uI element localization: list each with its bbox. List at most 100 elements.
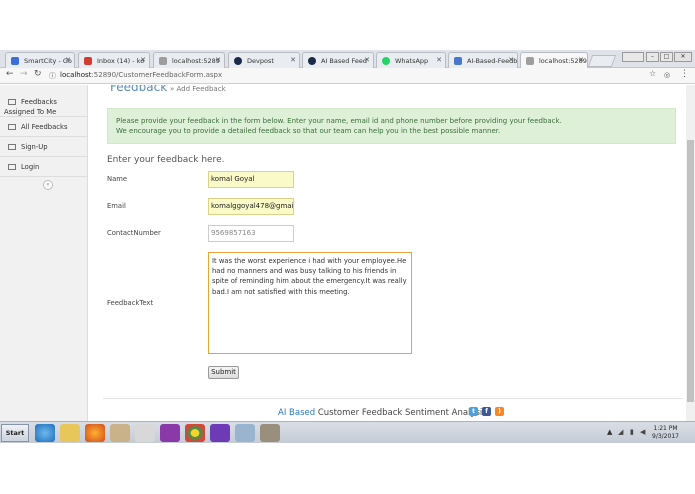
facebook-icon[interactable]: f — [482, 407, 491, 416]
list-icon — [8, 124, 16, 130]
browser-tab-active[interactable]: localhost:5289 ✕ — [520, 52, 588, 68]
browser-tab-bar: SmartCity - Go ✕ Inbox (14) - ko ✕ local… — [0, 50, 695, 68]
gmail-icon — [84, 57, 92, 65]
feedback-textarea[interactable]: It was the worst experience i had with y… — [208, 252, 412, 354]
sidebar-item-all-feedbacks[interactable]: All Feedbacks — [8, 123, 68, 131]
sidebar-item-login[interactable]: Login — [8, 163, 39, 171]
tab-label: Inbox (14) - ko — [97, 57, 145, 65]
close-window-button[interactable]: ✕ — [674, 52, 692, 62]
file-explorer-icon[interactable] — [60, 424, 80, 442]
close-tab-icon[interactable]: ✕ — [436, 56, 442, 64]
name-label: Name — [107, 175, 128, 183]
breadcrumb[interactable]: » Add Feedback — [170, 85, 226, 93]
firefox-icon[interactable] — [85, 424, 105, 442]
sidebar: Feedbacks Assigned To Me All Feedbacks S… — [0, 85, 88, 421]
browser-tab[interactable]: WhatsApp ✕ — [376, 52, 446, 68]
maximize-button[interactable]: □ — [660, 52, 673, 62]
close-tab-icon[interactable]: ✕ — [290, 56, 296, 64]
profile-button[interactable] — [622, 52, 644, 62]
browser-tab[interactable]: AI-Based-Feedb ✕ — [448, 52, 518, 68]
close-tab-icon[interactable]: ✕ — [215, 56, 221, 64]
contact-number-field[interactable]: 9569857163 — [208, 225, 294, 242]
close-tab-icon[interactable]: ✕ — [508, 56, 514, 64]
internet-explorer-icon[interactable] — [35, 424, 55, 442]
devpost-icon — [308, 57, 316, 65]
bookmark-star-icon[interactable]: ☆ — [649, 69, 656, 78]
tab-label: localhost:5289 — [172, 57, 220, 65]
browser-tab[interactable]: SmartCity - Go ✕ — [5, 52, 75, 68]
minimize-button[interactable]: – — [646, 52, 659, 62]
battery-tray-icon[interactable]: ▮ — [630, 428, 634, 436]
browser-tab[interactable]: AI Based Feed ✕ — [302, 52, 374, 68]
footer-divider — [103, 398, 683, 399]
address-bar: ← → ↻ ⓘ localhost:52890/CustomerFeedback… — [0, 68, 695, 84]
sidebar-divider — [0, 116, 88, 117]
form-subheading: Enter your feedback here. — [107, 155, 225, 165]
sidebar-divider — [0, 176, 88, 177]
network-tray-icon[interactable]: ◢ — [618, 428, 623, 436]
sidebar-divider — [0, 136, 88, 137]
alert-line: Please provide your feedback in the form… — [116, 117, 562, 125]
footer-title: Customer Feedback Sentiment Analysis — [315, 408, 487, 418]
back-arrow-icon[interactable]: ← — [6, 69, 14, 79]
twitter-icon[interactable]: t — [469, 407, 478, 416]
tab-label: Devpost — [247, 57, 274, 65]
extension-icon[interactable]: ◎ — [664, 71, 670, 79]
sidebar-item-sign-up[interactable]: Sign-Up — [8, 143, 48, 151]
info-alert: Please provide your feedback in the form… — [107, 108, 676, 144]
tab-label: WhatsApp — [395, 57, 429, 65]
browser-tab[interactable]: Devpost ✕ — [228, 52, 300, 68]
bottom-blank-area — [0, 443, 695, 494]
volume-tray-icon[interactable]: ◀ — [640, 428, 645, 436]
clock-date: 9/3/2017 — [652, 433, 679, 440]
page-title: Feedback — [110, 85, 168, 94]
reload-icon[interactable]: ↻ — [34, 69, 42, 79]
forward-arrow-icon[interactable]: → — [20, 69, 28, 79]
favicon-icon — [11, 57, 19, 65]
chrome-icon[interactable] — [185, 424, 205, 442]
list-icon — [8, 99, 16, 105]
top-blank-area — [0, 0, 695, 50]
notes-app-icon[interactable] — [235, 424, 255, 442]
page-info-icon[interactable]: ⓘ — [49, 71, 56, 81]
sidebar-divider — [0, 156, 88, 157]
name-field[interactable]: komal Goyal — [208, 171, 294, 188]
menu-icon[interactable]: ⋮ — [680, 69, 689, 79]
footer-text: AI Based Customer Feedback Sentiment Ana… — [278, 408, 487, 418]
rss-icon[interactable]: ) — [495, 407, 504, 416]
close-tab-icon[interactable]: ✕ — [578, 56, 584, 64]
tray-expand-icon[interactable]: ▲ — [607, 428, 612, 436]
onenote-icon[interactable] — [160, 424, 180, 442]
close-tab-icon[interactable]: ✕ — [364, 56, 370, 64]
sidebar-item-assigned[interactable]: Feedbacks Assigned To Me — [4, 97, 88, 117]
submit-button[interactable]: Submit — [208, 366, 239, 379]
scrollbar-thumb[interactable] — [687, 140, 694, 402]
whatsapp-icon — [382, 57, 390, 65]
close-tab-icon[interactable]: ✕ — [140, 56, 146, 64]
page-content: Feedbacks Assigned To Me All Feedbacks S… — [0, 85, 695, 421]
network-tool-icon[interactable] — [110, 424, 130, 442]
url-path: :52890/CustomerFeedbackForm.aspx — [91, 71, 223, 79]
start-button[interactable]: Start — [1, 424, 29, 442]
email-label: Email — [107, 202, 126, 210]
windows-taskbar: Start ▲ ◢ ▮ ◀ 1:21 PM 9/3/2017 — [0, 421, 695, 443]
vertical-scrollbar[interactable] — [686, 85, 695, 421]
browser-tab[interactable]: Inbox (14) - ko ✕ — [78, 52, 150, 68]
close-tab-icon[interactable]: ✕ — [65, 56, 71, 64]
sidebar-item-label: Sign-Up — [21, 143, 48, 151]
page-icon — [526, 57, 534, 65]
sidebar-item-label: All Feedbacks — [21, 123, 68, 131]
sidebar-item-label: Login — [21, 163, 40, 171]
new-tab-button[interactable] — [587, 55, 617, 67]
media-player-icon[interactable] — [135, 424, 155, 442]
browser-tab[interactable]: localhost:5289 ✕ — [153, 52, 225, 68]
email-field[interactable]: komalggoyal478@gmail. — [208, 198, 294, 215]
system-clock[interactable]: 1:21 PM 9/3/2017 — [652, 425, 679, 441]
sidebar-collapse-button[interactable]: « — [43, 180, 53, 190]
footer-brand: AI Based — [278, 408, 316, 418]
visual-studio-icon[interactable] — [210, 424, 230, 442]
page-icon — [159, 57, 167, 65]
tools-app-icon[interactable] — [260, 424, 280, 442]
devpost-icon — [234, 57, 242, 65]
url-field[interactable]: localhost:52890/CustomerFeedbackForm.asp… — [60, 71, 222, 79]
